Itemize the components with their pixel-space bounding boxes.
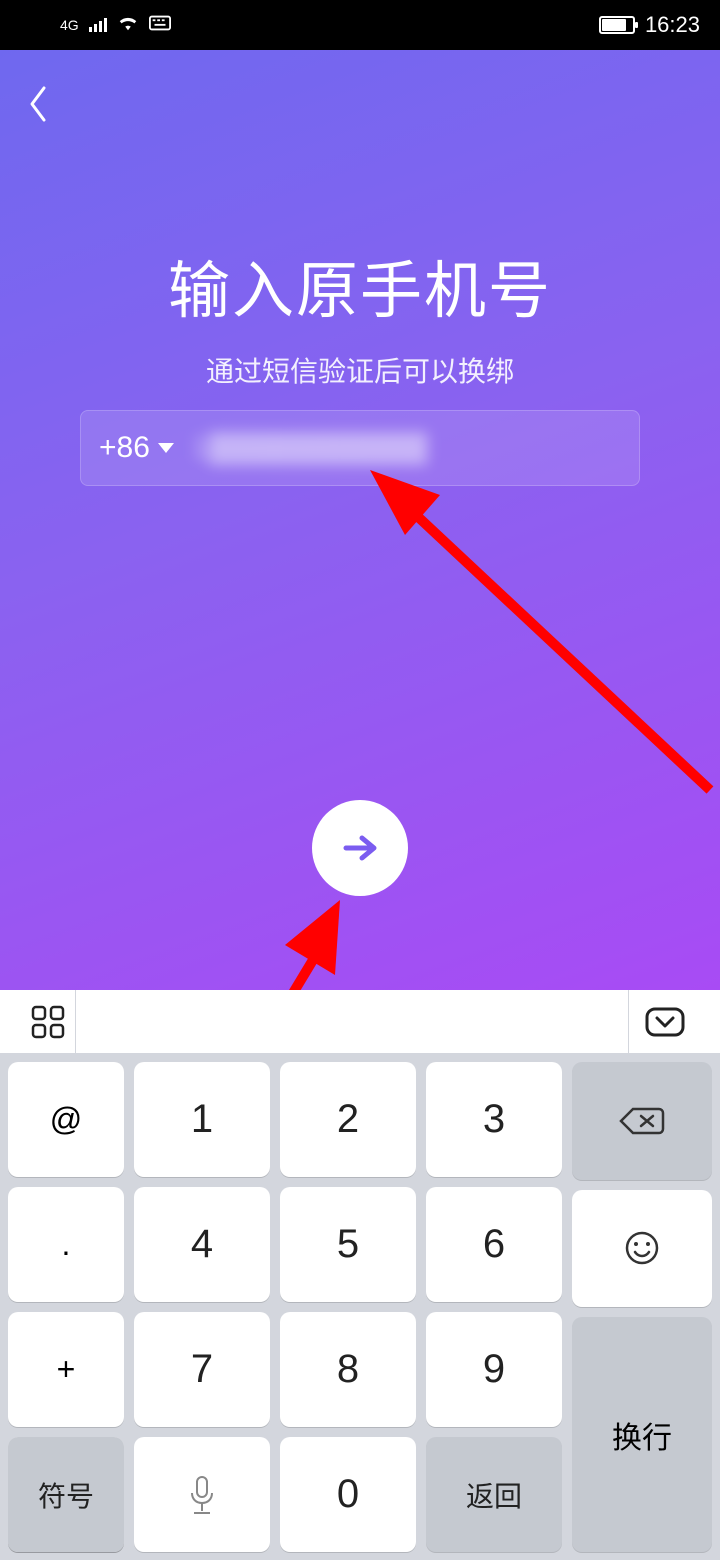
key-symbols[interactable]: 符号 — [8, 1437, 124, 1552]
microphone-icon — [187, 1473, 217, 1517]
caret-down-icon — [158, 443, 174, 453]
key-backspace[interactable] — [572, 1062, 712, 1180]
status-bar: 4G 16:23 — [0, 0, 720, 50]
keyboard-menu-button[interactable] — [20, 990, 76, 1053]
key-at[interactable]: @ — [8, 1062, 124, 1177]
key-1[interactable]: 1 — [134, 1062, 270, 1177]
key-7[interactable]: 7 — [134, 1312, 270, 1427]
key-8[interactable]: 8 — [280, 1312, 416, 1427]
numeric-keyboard: @ . + - 1 2 3 4 5 6 7 8 9 符号 0 返回 — [0, 990, 720, 1560]
key-voice[interactable] — [134, 1437, 270, 1552]
key-enter[interactable]: 换行 — [572, 1317, 712, 1552]
page-title: 输入原手机号 — [0, 240, 720, 330]
function-column: 换行 — [572, 1062, 712, 1552]
ime-icon — [149, 14, 171, 37]
smile-icon — [624, 1230, 660, 1266]
key-5[interactable]: 5 — [280, 1187, 416, 1302]
annotation-arrow-1 — [350, 440, 720, 800]
app-body: 输入原手机号 通过短信验证后可以换绑 +86 — [0, 50, 720, 990]
battery-icon — [599, 16, 635, 34]
key-return[interactable]: 返回 — [426, 1437, 562, 1552]
status-left: 4G — [60, 13, 171, 37]
key-plus[interactable]: + — [8, 1312, 124, 1427]
submit-button[interactable] — [312, 800, 408, 896]
keyboard-collapse-button[interactable] — [628, 990, 700, 1053]
key-4[interactable]: 4 — [134, 1187, 270, 1302]
country-code-label: +86 — [99, 431, 150, 465]
key-6[interactable]: 6 — [426, 1187, 562, 1302]
phone-field-container: +86 — [80, 410, 640, 486]
network-type: 4G — [60, 18, 79, 32]
page-subtitle: 通过短信验证后可以换绑 — [0, 350, 720, 390]
wifi-icon — [117, 13, 139, 37]
keyboard-toolbar — [0, 990, 720, 1054]
keyboard-keys: @ . + - 1 2 3 4 5 6 7 8 9 符号 0 返回 — [0, 1054, 720, 1560]
chevron-down-icon — [645, 1007, 685, 1037]
key-emoji[interactable] — [572, 1190, 712, 1308]
backspace-icon — [619, 1105, 665, 1137]
signal-bars-icon — [89, 18, 107, 32]
back-button[interactable] — [26, 84, 66, 124]
key-9[interactable]: 9 — [426, 1312, 562, 1427]
arrow-right-icon — [338, 826, 382, 870]
key-2[interactable]: 2 — [280, 1062, 416, 1177]
phone-input[interactable] — [192, 428, 621, 468]
grid-icon — [31, 1005, 65, 1039]
key-0[interactable]: 0 — [280, 1437, 416, 1552]
key-3[interactable]: 3 — [426, 1062, 562, 1177]
country-code-selector[interactable]: +86 — [99, 431, 174, 465]
clock: 16:23 — [645, 12, 700, 38]
chevron-left-icon — [26, 84, 50, 124]
key-dot[interactable]: . — [8, 1187, 124, 1302]
status-right: 16:23 — [599, 12, 700, 38]
